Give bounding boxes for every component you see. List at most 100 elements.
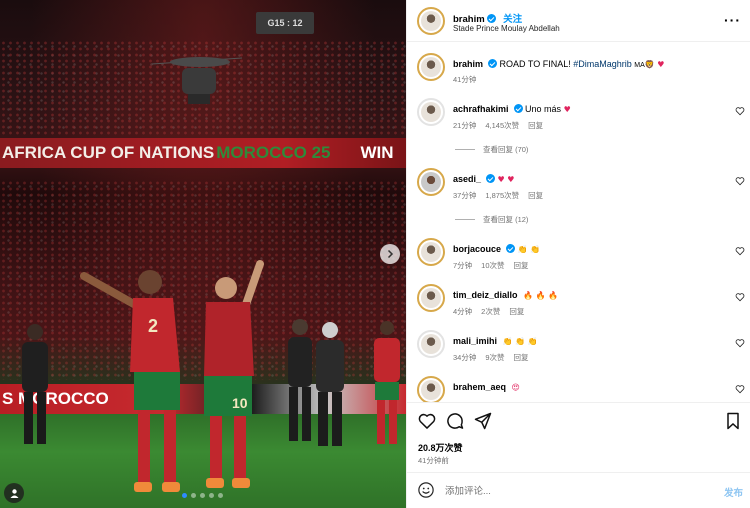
reply-button[interactable]: 回复 (528, 191, 543, 200)
carousel-dot (191, 493, 196, 498)
emoji-smiley-icon[interactable] (417, 481, 435, 499)
comment-like-heart-icon[interactable] (735, 176, 745, 186)
commenter-avatar[interactable] (417, 376, 445, 402)
comment-text: brahem_aeq 😍 (453, 381, 520, 394)
commenter-username[interactable]: asedi_ (453, 174, 481, 184)
comment-emoji: 👏 👏 (517, 245, 540, 254)
comment-likes[interactable]: 10次赞 (481, 261, 504, 270)
caption-username[interactable]: brahim (453, 59, 483, 69)
comment-like-heart-icon[interactable] (735, 384, 745, 394)
banner-text: AFRICA CUP OF NATIONS (2, 143, 215, 162)
caption-time: 41分钟 (453, 75, 477, 84)
commenter-username[interactable]: achrafhakimi (453, 104, 509, 114)
comment-meta: 7分钟 10次赞 回复 (453, 260, 538, 271)
comment-time: 21分钟 (453, 121, 477, 130)
carousel-dot (200, 493, 205, 498)
comment-bubble-icon[interactable] (445, 411, 465, 431)
comment-emoji: 😍 (511, 383, 520, 392)
reply-button[interactable]: 回复 (514, 353, 529, 362)
comment-likes[interactable]: 4,145次赞 (485, 121, 519, 130)
verified-badge-icon (488, 59, 498, 68)
comment-meta: 34分钟 9次赞 回复 (453, 352, 538, 363)
comment-time: 7分钟 (453, 261, 473, 270)
tagged-users-button[interactable] (4, 483, 24, 503)
view-replies-label: 查看回复 (70) (483, 145, 529, 154)
view-replies-button[interactable]: 查看回复 (70) (455, 144, 528, 155)
post-header: brahim 关注 Stade Prince Moulay Abdellah ·… (407, 0, 750, 42)
commenter-avatar[interactable] (417, 168, 445, 196)
comment-like-heart-icon[interactable] (735, 338, 745, 348)
heart-emoji-icon: ♥ (657, 60, 665, 69)
caption-hashtag[interactable]: #DimaMaghrib (573, 59, 632, 69)
next-photo-button[interactable] (380, 244, 400, 264)
comment-emoji: ♥ ♥ (497, 175, 515, 184)
comment-text: tim_deiz_diallo 🔥 🔥 🔥 (453, 289, 558, 302)
like-heart-icon[interactable] (417, 411, 437, 431)
post-timestamp: 41分钟前 (418, 456, 449, 465)
likes-count[interactable]: 20.8万次赞 (418, 441, 463, 454)
reply-button[interactable]: 回复 (509, 307, 524, 316)
player2-number: 10 (232, 395, 248, 411)
caption-body: ROAD TO FINAL! (499, 59, 571, 69)
more-options-button[interactable]: ··· (724, 12, 741, 28)
comment-like-heart-icon[interactable] (735, 106, 745, 116)
reply-button[interactable]: 回复 (514, 261, 529, 270)
post-actions: 20.8万次赞 41分钟前 (407, 402, 750, 472)
flag-emoji-icon: 🦁 (644, 60, 655, 69)
comment-body: Uno más (525, 104, 562, 114)
comment-meta: 4分钟 2次赞 回复 (453, 306, 533, 317)
commenter-username[interactable]: tim_deiz_diallo (453, 290, 518, 300)
comment-likes[interactable]: 9次赞 (485, 353, 504, 362)
post-photo: G15 : 12 AFRICA CUP OF NATIONS MOROCCO 2… (0, 0, 406, 508)
player-diaz: 10 (204, 260, 264, 488)
caption-avatar[interactable] (417, 53, 445, 81)
comment-time: 4分钟 (453, 307, 473, 316)
share-send-icon[interactable] (473, 411, 493, 431)
comment-meta: 21分钟 4,145次赞 回复 (453, 120, 552, 131)
banner-tail-text: WIN (360, 143, 394, 162)
player1-number: 2 (148, 316, 158, 336)
camera-drone (152, 57, 242, 104)
scoreboard: G15 : 12 (256, 12, 314, 34)
verified-badge-icon (513, 104, 523, 113)
view-replies-button[interactable]: 查看回复 (12) (455, 214, 528, 225)
chevron-right-icon (387, 249, 394, 259)
save-bookmark-icon[interactable] (723, 411, 743, 431)
comment-emoji: 👏 👏 👏 (502, 337, 538, 346)
caption-meta: 41分钟 (453, 74, 485, 85)
carousel-dot (209, 493, 214, 498)
carousel-dot (218, 493, 223, 498)
comment-likes[interactable]: 2次赞 (481, 307, 500, 316)
comment-meta: 37分钟 1,875次赞 回复 (453, 190, 552, 201)
staff-figure-3 (316, 322, 344, 446)
commenter-username[interactable]: borjacouce (453, 244, 501, 254)
user-icon (10, 488, 18, 498)
verified-badge-icon (506, 244, 516, 253)
staff-figure (22, 324, 48, 444)
comment-text: mali_imihi 👏 👏 👏 (453, 335, 538, 348)
commenter-username[interactable]: brahem_aeq (453, 382, 506, 392)
comment-like-heart-icon[interactable] (735, 292, 745, 302)
player-figure-3 (374, 321, 400, 444)
commenter-avatar[interactable] (417, 98, 445, 126)
comment-text: borjacouce 👏 👏 (453, 243, 540, 256)
caption-tail: MA (634, 62, 645, 69)
banner-green-text: MOROCCO 25 (216, 143, 331, 162)
commenter-avatar[interactable] (417, 284, 445, 312)
comment-time: 37分钟 (453, 191, 477, 200)
commenter-avatar[interactable] (417, 238, 445, 266)
location-link[interactable]: Stade Prince Moulay Abdellah (453, 24, 560, 33)
author-avatar[interactable] (417, 7, 445, 35)
reply-button[interactable]: 回复 (528, 121, 543, 130)
comment-likes[interactable]: 1,875次赞 (485, 191, 519, 200)
carousel-dot (182, 493, 187, 498)
comment-text: achrafhakimi Uno más ♥ (453, 103, 571, 116)
commenter-username[interactable]: mali_imihi (453, 336, 497, 346)
commenter-avatar[interactable] (417, 330, 445, 358)
carousel-dots (182, 493, 223, 498)
comment-input[interactable] (445, 482, 695, 500)
post-comment-button[interactable]: 发布 (724, 485, 743, 499)
afcon-banner: AFRICA CUP OF NATIONS MOROCCO 25 WIN (0, 138, 406, 168)
comment-like-heart-icon[interactable] (735, 246, 745, 256)
verified-badge-icon (486, 174, 496, 183)
